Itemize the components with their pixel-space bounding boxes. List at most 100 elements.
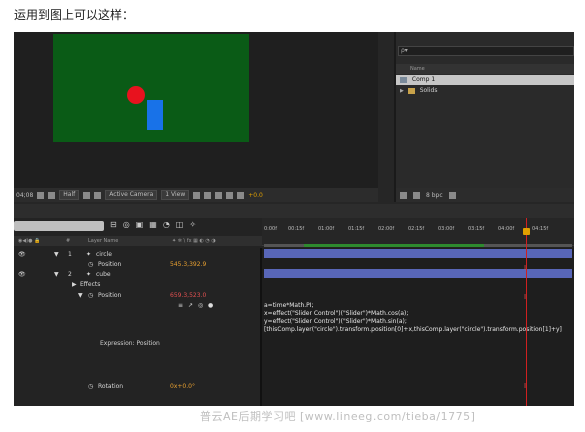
toggle-pixel-icon[interactable] (193, 191, 201, 199)
property-row[interactable]: ▼ ◷ Position 659.3,523.0 (14, 291, 262, 301)
ruler-tick: 04:00f (498, 226, 515, 232)
layer-name[interactable]: cube (96, 270, 111, 280)
folder-icon (407, 87, 415, 94)
expand-arrow-icon[interactable]: ▼ (54, 270, 59, 280)
expression-controls: ≡ ↗ ◎ ● (14, 301, 262, 311)
flowchart-icon[interactable] (226, 191, 234, 199)
draft-3d-icon[interactable]: ◎ (123, 220, 130, 229)
pickwhip-icon[interactable]: ◎ (198, 301, 203, 311)
delete-icon[interactable] (448, 191, 456, 199)
layer-row-cube[interactable]: 👁 ▼ 2 ✦ cube (14, 270, 262, 280)
star-icon: ✦ (86, 271, 92, 278)
expand-arrow-icon[interactable]: ▶ (72, 280, 77, 290)
property-value[interactable]: 545.3,392.9 (170, 260, 206, 270)
timeline-tabbar (14, 204, 574, 218)
av-switches-icon[interactable]: ◉◀)● 🔒 (18, 236, 40, 246)
fast-preview-icon[interactable] (204, 191, 212, 199)
star-icon: ✦ (86, 251, 92, 258)
eye-icon[interactable]: 👁 (18, 250, 26, 260)
ruler-tick: 00:15f (288, 226, 305, 232)
effects-label: Effects (80, 281, 101, 288)
project-item-solids[interactable]: ▶ Solids (396, 86, 574, 96)
shy-layers-icon[interactable]: ▣ (136, 220, 144, 229)
current-time-indicator[interactable] (526, 218, 527, 406)
expression-label: Expression: Position (100, 340, 160, 347)
camera-icon[interactable] (37, 191, 45, 199)
language-menu-icon[interactable]: ● (208, 301, 213, 311)
expression-marker-icon[interactable]: I (524, 264, 526, 272)
composition-toolbar: 04;08 Half Active Camera 1 View +0.0 (14, 188, 378, 202)
rotation-row[interactable]: ◷ Rotation 0x+0.0° (14, 382, 262, 392)
timecode-display[interactable]: 04;08 (16, 192, 33, 199)
timeline-icon[interactable] (215, 191, 223, 199)
exposure-value[interactable]: +0.0 (248, 192, 263, 199)
color-icon[interactable] (48, 191, 56, 199)
expand-arrow-icon[interactable]: ▶ (400, 88, 404, 94)
ruler-tick: 04:15f (532, 226, 549, 232)
property-value[interactable]: 659.3,523.0 (170, 291, 206, 301)
new-folder-icon[interactable] (413, 191, 420, 199)
layer-row-circle[interactable]: 👁 ▼ 1 ✦ circle (14, 250, 262, 260)
interpret-footage-icon[interactable] (400, 191, 407, 199)
circle-layer[interactable] (127, 86, 145, 104)
brainstorm-icon[interactable]: ✧ (189, 220, 196, 229)
transparency-grid-icon[interactable] (94, 191, 102, 199)
project-column-header[interactable]: Name (396, 64, 574, 74)
frame-blending-icon[interactable]: ▦ (149, 220, 157, 229)
property-name: Rotation (98, 383, 124, 390)
layer-number: 2 (68, 271, 72, 278)
ruler-tick: 0:00f (264, 226, 277, 232)
stopwatch-icon[interactable]: ◷ (88, 291, 93, 301)
stopwatch-icon[interactable]: ◷ (88, 382, 93, 392)
expression-marker-icon[interactable]: I (524, 293, 526, 301)
expand-arrow-icon[interactable]: ▼ (54, 250, 59, 260)
timeline-search-input[interactable] (14, 221, 104, 231)
project-item-comp[interactable]: Comp 1 (396, 75, 574, 85)
watermark: 普云AE后期学习吧 [www.lineeg.com/tieba/1775] (200, 410, 476, 423)
motion-blur-icon[interactable]: ◔ (163, 220, 170, 229)
cube-layer[interactable] (147, 100, 163, 130)
expression-enable-icon[interactable]: ≡ (178, 301, 183, 311)
screenshot: 运用到图上可以这样： 04;08 Half Active Camera 1 Vi… (0, 0, 585, 432)
resolution-select[interactable]: Half (59, 190, 80, 200)
expression-line: x=effect("Slider Control")("Slider")*Mat… (264, 310, 409, 317)
stopwatch-icon[interactable]: ◷ (88, 260, 93, 270)
region-icon[interactable] (83, 191, 91, 199)
composition-icon (400, 76, 407, 83)
camera-select[interactable]: Active Camera (105, 190, 158, 200)
layer-name-header[interactable]: Layer Name (88, 236, 118, 246)
view-layout-select[interactable]: 1 View (161, 190, 190, 200)
switches-header-icon[interactable]: ✦ ✲ \ fx ▦ ◐ ◔ ◑ (172, 236, 216, 246)
expand-arrow-icon[interactable]: ▼ (78, 291, 83, 301)
eye-icon[interactable]: 👁 (18, 270, 26, 280)
project-item-label: Solids (419, 87, 438, 94)
project-panel: ρ▾ Name Comp 1 ▶ Solids 8 bpc (394, 32, 574, 202)
effects-row[interactable]: ▶ Effects (14, 280, 262, 290)
timeline-panel: ⊟ ◎ ▣ ▦ ◔ ◫ ✧ 0:00f 00:15f 01:00f 01:15f… (14, 204, 574, 406)
composition-canvas[interactable] (53, 34, 249, 142)
ruler-tick: 01:15f (348, 226, 365, 232)
current-time-handle[interactable] (523, 228, 530, 235)
property-value[interactable]: 0x+0.0° (170, 382, 195, 392)
graph-icon[interactable]: ↗ (188, 301, 193, 311)
work-area-range[interactable] (304, 244, 484, 247)
bit-depth-button[interactable]: 8 bpc (426, 192, 443, 199)
ruler-tick: 03:15f (468, 226, 485, 232)
ruler-tick: 03:00f (438, 226, 455, 232)
expression-line: [thisComp.layer("circle").transform.posi… (264, 326, 562, 333)
property-row[interactable]: ◷ Position 545.3,392.9 (14, 260, 262, 270)
project-footer: 8 bpc (396, 188, 574, 202)
layer-name[interactable]: circle (96, 250, 112, 260)
expression-marker-icon[interactable]: I (524, 382, 526, 390)
comp-mini-flowchart-icon[interactable]: ⊟ (110, 220, 117, 229)
expression-editor[interactable]: a=time*Math.PI; x=effect("Slider Control"… (264, 302, 562, 334)
composition-panel: 04;08 Half Active Camera 1 View +0.0 (14, 32, 378, 202)
expression-line: a=time*Math.PI; (264, 302, 314, 309)
expression-line: y=effect("Slider Control")("Slider")*Mat… (264, 318, 407, 325)
ruler-tick: 02:15f (408, 226, 425, 232)
graph-editor-icon[interactable]: ◫ (176, 220, 184, 229)
reset-exposure-icon[interactable] (237, 191, 245, 199)
property-name: Position (98, 261, 122, 268)
project-search-input[interactable]: ρ▾ (398, 46, 574, 56)
layer-column-header: ◉◀)● 🔒 # Layer Name ✦ ✲ \ fx ▦ ◐ ◔ ◑ (14, 236, 262, 246)
